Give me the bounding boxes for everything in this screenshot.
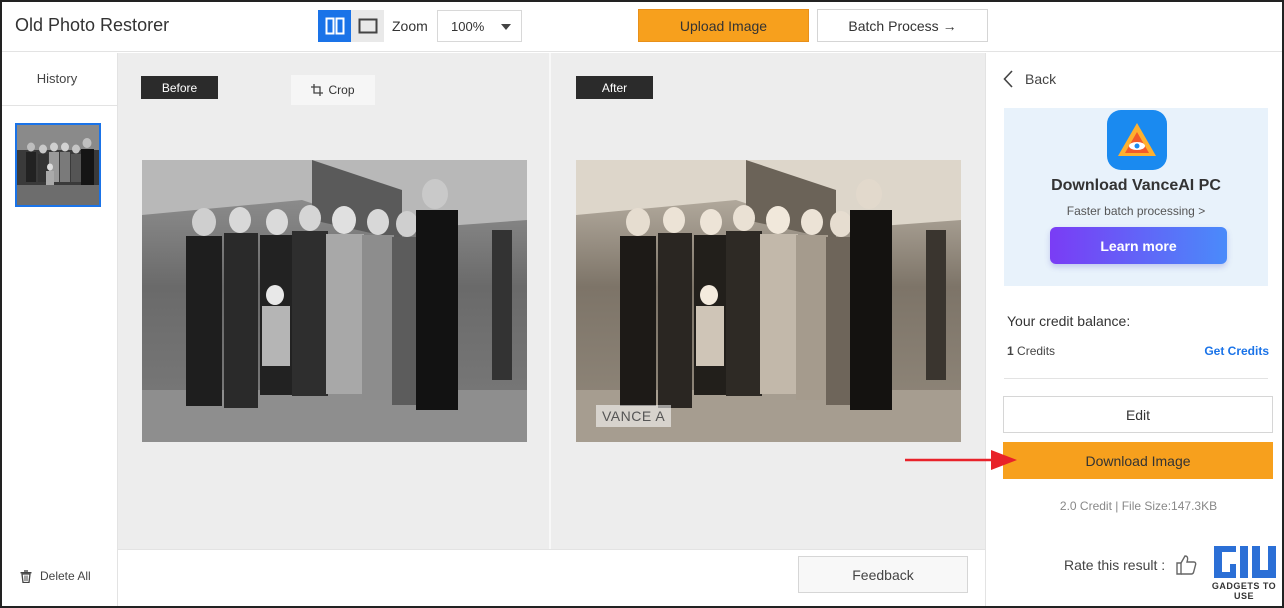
learn-more-button[interactable]: Learn more bbox=[1050, 227, 1227, 264]
split-view-icon bbox=[325, 17, 344, 35]
crop-button[interactable]: Crop bbox=[291, 75, 375, 105]
result-panel: Back Download VanceAI PC Faster batch pr… bbox=[985, 53, 1282, 606]
promo-subtitle[interactable]: Faster batch processing > bbox=[1004, 204, 1268, 218]
delete-all-label: Delete All bbox=[40, 569, 91, 583]
vanceai-pc-promo: Download VanceAI PC Faster batch process… bbox=[1004, 108, 1268, 286]
trash-icon bbox=[20, 569, 32, 583]
bottom-bar: Feedback bbox=[118, 549, 985, 606]
app-title: Old Photo Restorer bbox=[15, 15, 170, 35]
zoom-value: 100% bbox=[451, 19, 485, 34]
delete-all-button[interactable]: Delete All bbox=[20, 569, 91, 583]
after-photo: VANCE A bbox=[576, 160, 961, 442]
credit-balance-label: Your credit balance: bbox=[1007, 313, 1131, 329]
single-view-icon bbox=[358, 18, 377, 34]
history-divider bbox=[2, 105, 118, 106]
thumbs-up-icon[interactable] bbox=[1175, 554, 1197, 576]
history-title: History bbox=[36, 71, 78, 86]
single-view-button[interactable] bbox=[351, 10, 384, 42]
pane-divider bbox=[549, 53, 551, 549]
chevron-left-icon bbox=[1003, 70, 1013, 88]
comparison-canvas: Before Crop After VANCE A bbox=[118, 53, 985, 549]
file-info: 2.0 Credit | File Size:147.3KB bbox=[1059, 499, 1218, 513]
edit-button[interactable]: Edit bbox=[1003, 396, 1273, 433]
after-tag: After bbox=[576, 76, 653, 99]
back-button[interactable]: Back bbox=[1003, 70, 1056, 88]
annotation-arrow-icon bbox=[905, 450, 1017, 470]
vanceai-logo-icon bbox=[1107, 110, 1167, 170]
split-view-button[interactable] bbox=[318, 10, 351, 42]
credit-unit: Credits bbox=[1017, 344, 1056, 358]
batch-process-button[interactable]: Batch Process → bbox=[817, 9, 988, 42]
crop-icon bbox=[311, 84, 324, 96]
upload-image-button[interactable]: Upload Image bbox=[638, 9, 809, 42]
download-image-button[interactable]: Download Image bbox=[1003, 442, 1273, 479]
view-mode-toggle bbox=[318, 10, 384, 42]
feedback-button[interactable]: Feedback bbox=[798, 556, 968, 593]
panel-divider bbox=[1004, 378, 1268, 379]
history-panel: History Delete All bbox=[2, 53, 118, 606]
before-photo-image bbox=[142, 160, 527, 442]
before-photo bbox=[142, 160, 527, 442]
promo-title: Download VanceAI PC bbox=[1051, 177, 1221, 194]
chevron-down-icon bbox=[501, 24, 511, 30]
after-photo-image bbox=[576, 160, 961, 442]
back-label: Back bbox=[1025, 71, 1057, 87]
top-toolbar: Old Photo Restorer Zoom 100% Upload Imag… bbox=[2, 2, 1282, 52]
zoom-dropdown[interactable]: 100% bbox=[437, 10, 522, 42]
before-tag: Before bbox=[141, 76, 218, 99]
history-thumbnail[interactable] bbox=[15, 123, 101, 207]
crop-label: Crop bbox=[328, 83, 355, 97]
rate-label: Rate this result : bbox=[1064, 557, 1166, 573]
rate-result: Rate this result : bbox=[1064, 554, 1197, 576]
brand-text: GADGETS TO USE bbox=[1211, 581, 1277, 601]
credit-count: 1 bbox=[1007, 344, 1014, 358]
zoom-label: Zoom bbox=[392, 18, 428, 34]
get-credits-link[interactable]: Get Credits bbox=[1204, 344, 1269, 358]
history-photo-thumbnail bbox=[17, 125, 99, 205]
credit-balance-value: 1 Credits bbox=[1007, 344, 1055, 358]
vanceai-watermark: VANCE A bbox=[596, 405, 672, 427]
